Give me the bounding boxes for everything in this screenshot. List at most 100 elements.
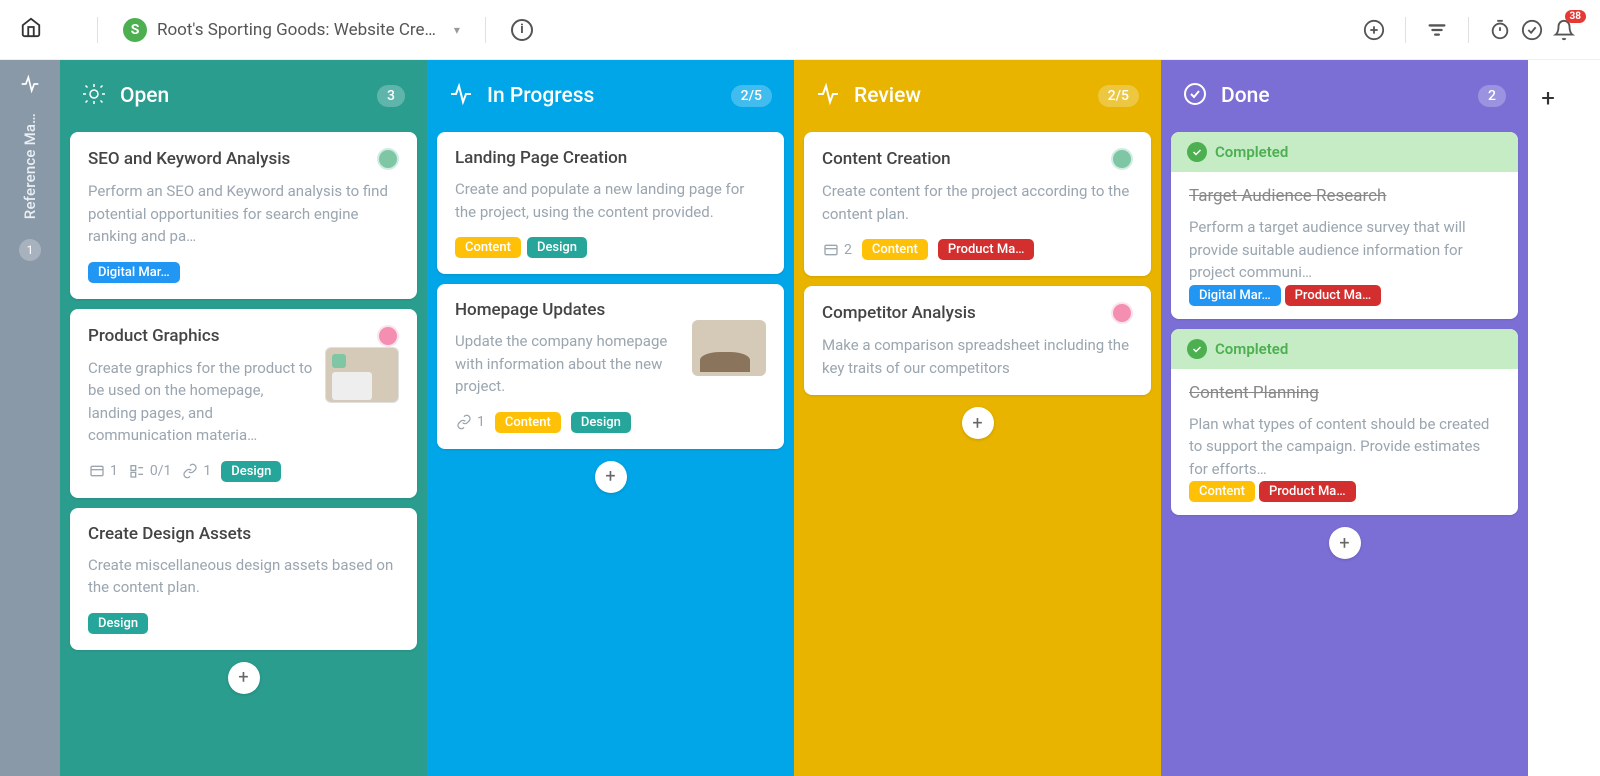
avatar [377, 148, 399, 170]
card-description: Create graphics for the product to be us… [88, 357, 315, 447]
project-selector[interactable]: S Root's Sporting Goods: Website Cre… ▾ [123, 18, 460, 42]
task-card-done[interactable]: Completed Content Planning Plan what typ… [1171, 329, 1518, 516]
add-card-button[interactable]: + [962, 407, 994, 439]
check-icon[interactable] [1516, 14, 1548, 46]
task-card-done[interactable]: Completed Target Audience Research Perfo… [1171, 132, 1518, 319]
card-description: Perform a target audience survey that wi… [1189, 216, 1500, 284]
tag[interactable]: Design [221, 461, 281, 482]
card-title: Landing Page Creation [455, 148, 766, 168]
column-count: 2 [1478, 85, 1506, 107]
task-card[interactable]: Create Design Assets Create miscellaneou… [70, 508, 417, 650]
info-icon[interactable]: i [511, 19, 533, 41]
tag[interactable]: Design [527, 237, 587, 258]
add-card-button[interactable]: + [1329, 527, 1361, 559]
tag[interactable]: Product Ma… [938, 239, 1035, 260]
column-body: SEO and Keyword Analysis Perform an SEO … [60, 132, 427, 776]
column-header[interactable]: Done 2 [1161, 60, 1528, 132]
card-description: Create miscellaneous design assets based… [88, 554, 399, 599]
tag[interactable]: Design [571, 412, 631, 433]
tag[interactable]: Product Ma… [1259, 481, 1356, 502]
add-card-button[interactable]: + [228, 662, 260, 694]
column-open: Open 3 SEO and Keyword Analysis Perform … [60, 60, 427, 776]
column-header[interactable]: In Progress 2/5 [427, 60, 794, 132]
task-card[interactable]: Content Creation Create content for the … [804, 132, 1151, 276]
card-description: Create and populate a new landing page f… [455, 178, 766, 223]
card-title: Homepage Updates [455, 300, 766, 320]
tag[interactable]: Product Ma… [1285, 285, 1382, 306]
pulse-icon [816, 82, 840, 110]
notification-badge: 38 [1565, 10, 1586, 23]
tag[interactable]: Content [1189, 481, 1255, 502]
column-done: Done 2 Completed Target Audience Researc… [1161, 60, 1528, 776]
column-title: In Progress [487, 84, 594, 108]
tag[interactable]: Design [88, 613, 148, 634]
completed-banner: Completed [1171, 132, 1518, 172]
tag[interactable]: Content [455, 237, 521, 258]
add-card-button[interactable]: + [595, 461, 627, 493]
card-meta: 2 Content Product Ma… [822, 239, 1133, 260]
lightbulb-icon [82, 82, 106, 110]
card-title: Product Graphics [88, 326, 369, 346]
card-thumbnail [692, 320, 766, 376]
avatar [377, 325, 399, 347]
check-icon [1187, 142, 1207, 162]
column-title: Done [1221, 84, 1270, 108]
card-description: Update the company homepage with informa… [455, 330, 682, 398]
avatar [1111, 302, 1133, 324]
column-count: 2/5 [731, 85, 772, 107]
card-description: Plan what types of content should be cre… [1189, 413, 1500, 481]
column-header[interactable]: Review 2/5 [794, 60, 1161, 132]
topbar-actions: 38 [1358, 14, 1580, 46]
timer-icon[interactable] [1484, 14, 1516, 46]
column-title: Review [854, 84, 921, 108]
add-column-button[interactable]: + [1528, 60, 1568, 776]
card-title: Competitor Analysis [822, 303, 1103, 323]
card-meta: 1 0/1 1 Design [88, 461, 399, 482]
card-thumbnail [325, 347, 399, 403]
column-title: Open [120, 84, 169, 108]
topbar: S Root's Sporting Goods: Website Cre… ▾ … [0, 0, 1600, 60]
check-circle-icon [1183, 82, 1207, 110]
notifications-icon[interactable]: 38 [1548, 14, 1580, 46]
column-header[interactable]: Open 3 [60, 60, 427, 132]
home-icon[interactable] [20, 16, 42, 44]
card-title: Target Audience Research [1189, 186, 1500, 206]
task-card[interactable]: Landing Page Creation Create and populat… [437, 132, 784, 274]
check-icon [1187, 339, 1207, 359]
divider [1468, 17, 1469, 43]
task-card[interactable]: Product Graphics Create graphics for the… [70, 309, 417, 498]
sidebar-label: Reference Ma… [21, 113, 39, 219]
task-card[interactable]: SEO and Keyword Analysis Perform an SEO … [70, 132, 417, 299]
add-icon[interactable] [1358, 14, 1390, 46]
tag[interactable]: Content [862, 239, 928, 260]
card-meta: 1 Content Design [455, 412, 766, 433]
completed-banner: Completed [1171, 329, 1518, 369]
tag[interactable]: Digital Mar… [1189, 285, 1281, 306]
column-in-progress: In Progress 2/5 Landing Page Creation Cr… [427, 60, 794, 776]
card-title: SEO and Keyword Analysis [88, 149, 369, 169]
main: Reference Ma… 1 Open 3 SEO and Keyword A… [0, 60, 1600, 776]
kanban-board: Open 3 SEO and Keyword Analysis Perform … [60, 60, 1600, 776]
project-title: Root's Sporting Goods: Website Cre… [157, 20, 436, 40]
filter-icon[interactable] [1421, 14, 1453, 46]
tag[interactable]: Digital Mar… [88, 262, 180, 283]
tag[interactable]: Content [495, 412, 561, 433]
pulse-icon [20, 74, 40, 99]
card-description: Perform an SEO and Keyword analysis to f… [88, 180, 399, 248]
project-badge: S [123, 18, 147, 42]
column-body: Content Creation Create content for the … [794, 132, 1161, 776]
column-count: 3 [377, 85, 405, 107]
task-card[interactable]: Competitor Analysis Make a comparison sp… [804, 286, 1151, 395]
chevron-down-icon: ▾ [454, 23, 460, 37]
pulse-icon [449, 82, 473, 110]
divider [1405, 17, 1406, 43]
avatar [1111, 148, 1133, 170]
sidebar-references[interactable]: Reference Ma… 1 [0, 60, 60, 776]
task-card[interactable]: Homepage Updates Update the company home… [437, 284, 784, 449]
card-description: Make a comparison spreadsheet including … [822, 334, 1133, 379]
divider [485, 17, 486, 43]
card-title: Content Creation [822, 149, 1103, 169]
card-title: Content Planning [1189, 383, 1500, 403]
column-review: Review 2/5 Content Creation Create conte… [794, 60, 1161, 776]
card-description: Create content for the project according… [822, 180, 1133, 225]
